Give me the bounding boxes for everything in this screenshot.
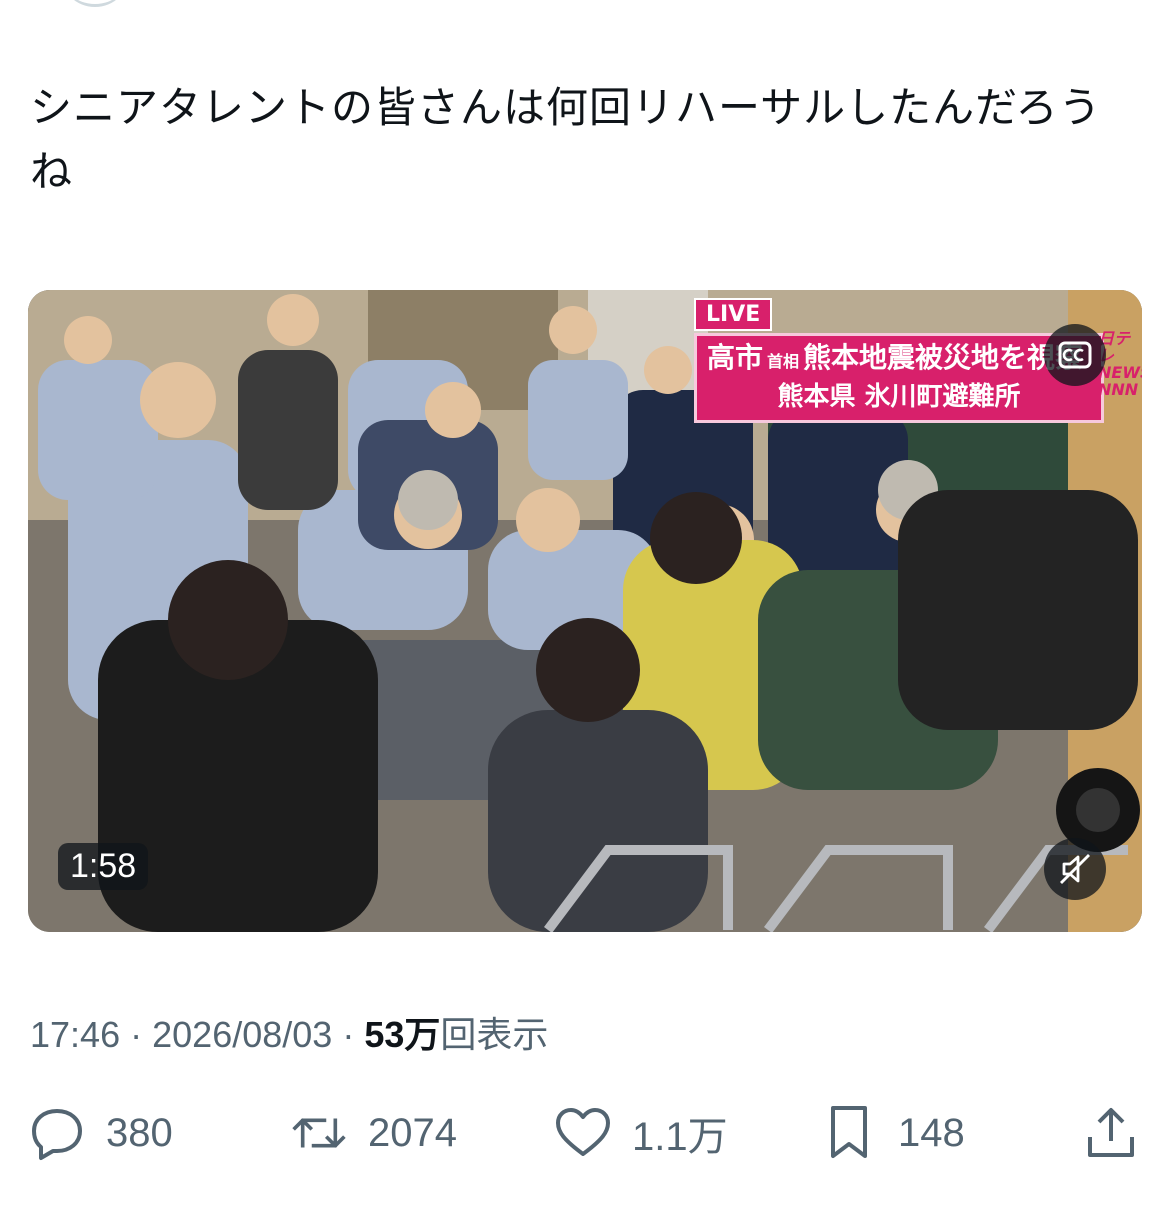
muted-speaker-icon [1060, 854, 1090, 884]
tweet-text: シニアタレントの皆さんは何回リハーサルしたんだろうね [30, 83, 1102, 196]
banner-headline: 熊本地震被災地を視察 [803, 341, 1084, 374]
video-duration: 1:58 [58, 843, 149, 890]
banner-box: 高市 首相 熊本地震被災地を視察 熊本県 氷川町避難所 [694, 333, 1104, 423]
bookmark-icon [820, 1104, 878, 1162]
reply-icon [28, 1104, 86, 1162]
meta-separator: · [130, 1014, 143, 1055]
closed-captions-icon [1058, 341, 1092, 369]
author-avatar-edge[interactable] [60, 0, 130, 7]
view-label: 回表示 [440, 1014, 549, 1055]
meta-separator: · [342, 1014, 355, 1055]
view-count: 53 [364, 1014, 405, 1055]
share-button[interactable] [1082, 1100, 1140, 1166]
view-count-unit: 万 [404, 1014, 441, 1055]
tweet-date[interactable]: 2026/08/03 [152, 1014, 332, 1055]
action-bar: 380 2074 1.1万 148 [0, 1100, 1170, 1170]
retweet-icon [290, 1104, 348, 1162]
tweet-meta: 17:46 · 2026/08/03 · 53万回表示 [30, 1006, 548, 1058]
channel-logo-mid: NEWS [1098, 363, 1142, 382]
bookmark-count: 148 [898, 1110, 965, 1155]
heart-icon [554, 1104, 612, 1162]
like-count: 1.1万 [632, 1115, 728, 1159]
reply-count: 380 [106, 1110, 173, 1155]
captions-button[interactable] [1044, 324, 1106, 386]
banner-title: 首相 [767, 352, 800, 371]
mute-toggle-button[interactable] [1044, 838, 1106, 900]
banner-name: 高市 [707, 341, 764, 374]
bookmark-button[interactable]: 148 [820, 1100, 965, 1166]
retweet-count: 2074 [368, 1110, 457, 1155]
reply-button[interactable]: 380 [28, 1100, 173, 1166]
live-label: LIVE [694, 298, 773, 331]
tweet-time[interactable]: 17:46 [30, 1014, 120, 1055]
retweet-button[interactable]: 2074 [290, 1100, 457, 1166]
channel-logo-bottom: NNN [1098, 380, 1139, 399]
video-player[interactable]: LIVE 高市首相熊本地震被災地を視察 熊本県 氷川町避難所 日テレ NEWS … [28, 290, 1142, 932]
share-icon [1082, 1104, 1140, 1162]
banner-location: 熊本県 氷川町避難所 [777, 382, 1021, 412]
banner-headline-line: 高市 首相 熊本地震被災地を視察 [707, 340, 1091, 380]
like-button[interactable]: 1.1万 [554, 1100, 728, 1166]
news-banner: LIVE 高市 首相 熊本地震被災地を視察 熊本県 氷川町避難所 [694, 298, 1104, 423]
